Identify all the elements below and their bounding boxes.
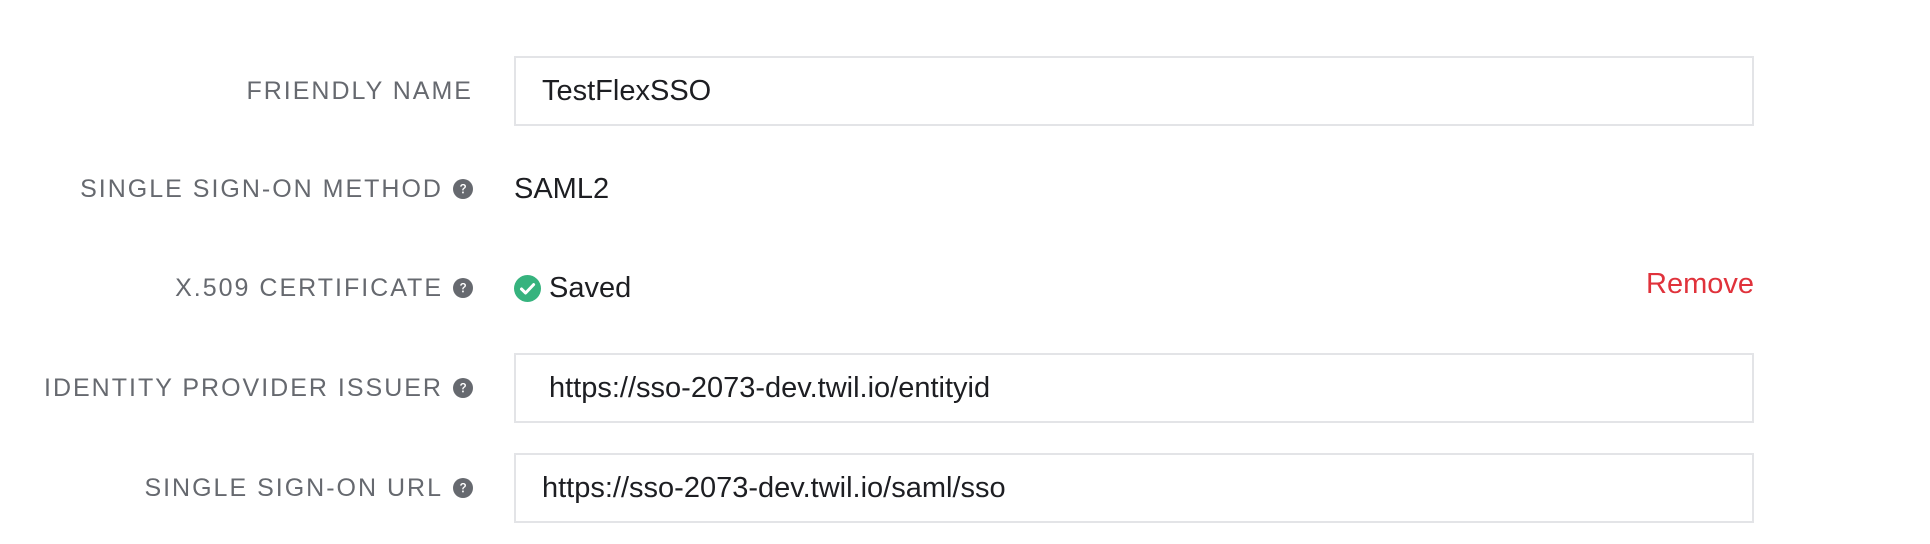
question-circle-icon[interactable] [453,478,473,498]
sso-method-label: SINGLE SIGN-ON METHOD [80,154,473,224]
idp-issuer-row: IDENTITY PROVIDER ISSUER [0,353,1930,423]
remove-certificate-link[interactable]: Remove [1646,249,1754,319]
idp-issuer-input[interactable] [514,353,1754,423]
check-circle-icon [514,274,541,302]
sso-method-field-wrap: SAML2 [514,154,1754,224]
friendly-name-field-wrap [514,56,1754,126]
idp-issuer-label: IDENTITY PROVIDER ISSUER [44,353,473,423]
certificate-status-text: Saved [549,271,632,304]
idp-issuer-field-wrap [514,353,1754,423]
certificate-field-wrap: Saved Remove [514,253,1754,323]
friendly-name-label: FRIENDLY NAME [246,76,473,105]
question-circle-icon[interactable] [453,179,473,199]
sso-url-row: SINGLE SIGN-ON URL [0,453,1930,523]
friendly-name-input[interactable] [514,56,1754,126]
sso-url-field-wrap [514,453,1754,523]
sso-url-label: SINGLE SIGN-ON URL [144,453,473,523]
question-circle-icon[interactable] [453,378,473,398]
sso-configuration-form: FRIENDLY NAME SINGLE SIGN-ON METHOD SAML… [0,0,1930,544]
certificate-label: X.509 CERTIFICATE [175,253,473,323]
certificate-row: X.509 CERTIFICATE Saved Remove [0,253,1930,323]
question-circle-icon[interactable] [453,278,473,298]
sso-url-input[interactable] [514,453,1754,523]
sso-method-value: SAML2 [514,172,610,205]
sso-method-row: SINGLE SIGN-ON METHOD SAML2 [0,154,1930,224]
friendly-name-row: FRIENDLY NAME [0,56,1930,126]
certificate-status: Saved [514,253,1754,323]
